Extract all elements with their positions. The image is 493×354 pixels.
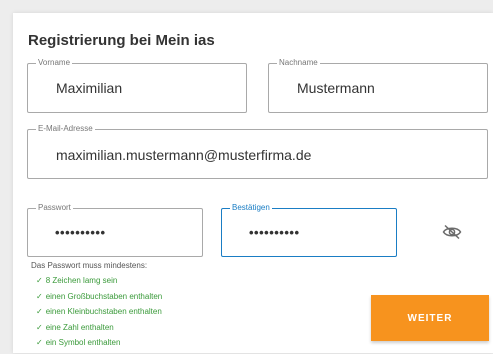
password-rule-item: ✓ einen Großbuchstaben enthalten [36,291,163,301]
password-rules-list: ✓ 8 Zeichen lamg sein ✓ einen Großbuchstab… [36,276,162,354]
confirm-password-field[interactable]: Bestätigen •••••••••• [221,203,397,257]
email-value: maximilian.mustermann@musterfirma.de [56,147,312,163]
eye-off-icon[interactable] [442,224,462,240]
password-rule-item: ✓ eine Zahl enthalten [36,322,114,332]
first-name-field[interactable]: Vorname Maximilian [27,58,247,113]
check-icon: ✓ [36,276,43,285]
password-rule-item: ✓ ein Symbol enthalten [36,338,121,347]
submit-button[interactable]: WEITER [371,295,489,341]
password-label: Passwort [36,203,73,213]
password-rule-item: ✓ 8 Zeichen lamg sein [36,276,118,285]
check-icon: ✓ [36,291,43,301]
confirm-password-label: Bestätigen [230,203,272,213]
last-name-value: Mustermann [297,80,375,96]
last-name-label: Nachname [277,58,320,68]
password-field[interactable]: Passwort •••••••••• [27,203,203,257]
check-icon: ✓ [36,338,43,347]
password-masked-value: •••••••••• [55,225,106,240]
last-name-field[interactable]: Nachname Mustermann [268,58,488,113]
email-field[interactable]: E-Mail-Adresse maximilian.mustermann@mus… [27,124,488,179]
page-title: Registrierung bei Mein ias [28,32,215,49]
check-icon: ✓ [36,307,43,316]
first-name-value: Maximilian [56,80,123,96]
password-hint-title: Das Passwort muss mindestens: [31,261,148,270]
first-name-label: Vorname [36,58,73,68]
password-rule-item: ✓ einen Kleinbuchstaben enthalten [36,307,162,316]
confirm-password-masked-value: •••••••••• [249,225,300,240]
email-label: E-Mail-Adresse [36,124,95,134]
check-icon: ✓ [36,322,43,332]
